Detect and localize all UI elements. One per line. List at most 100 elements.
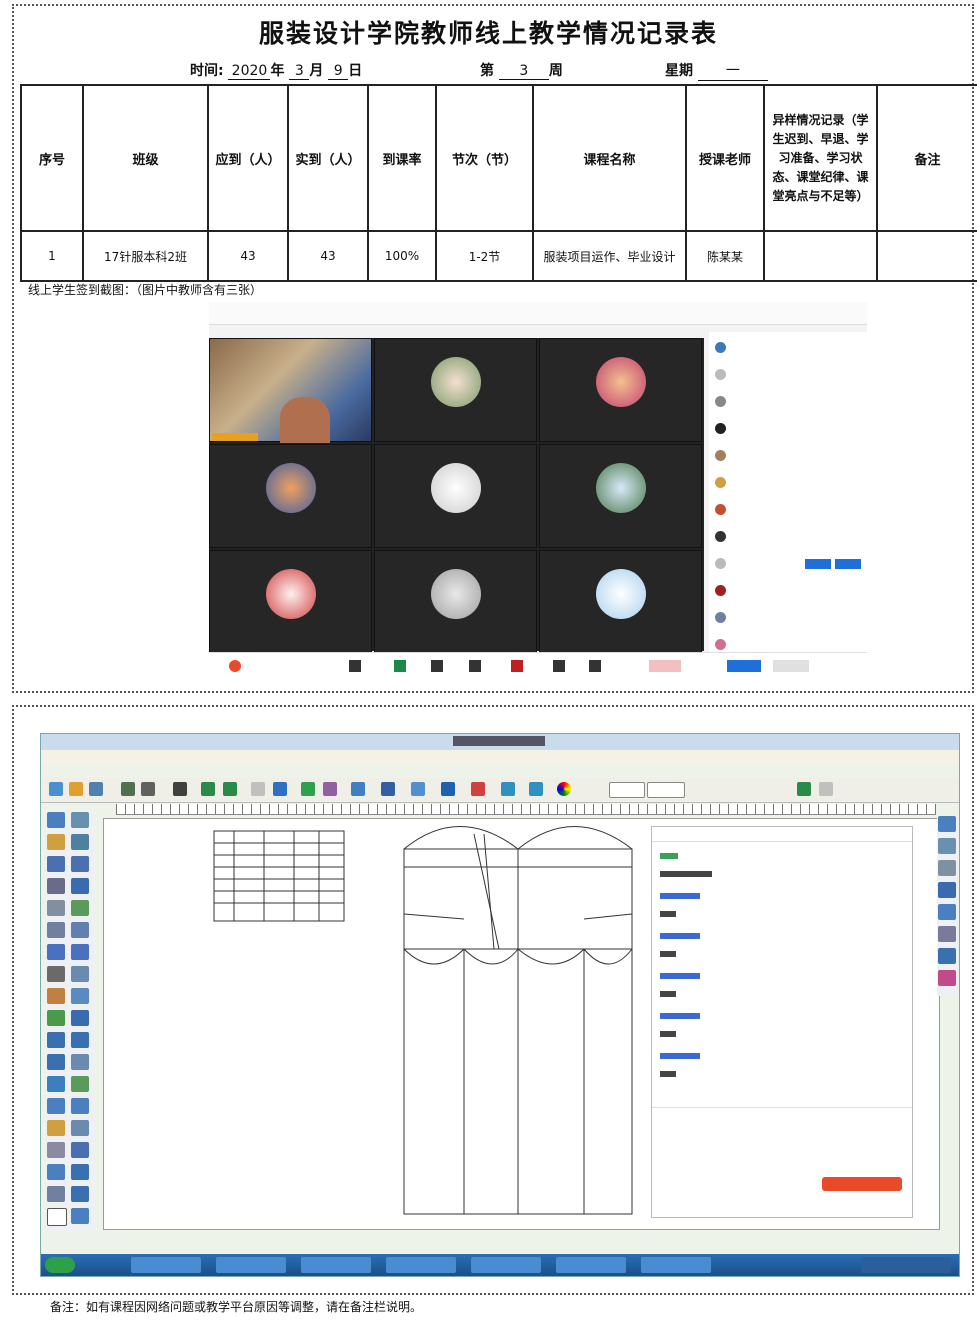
avatar	[431, 357, 481, 407]
line-select[interactable]	[647, 782, 685, 798]
tool-icon[interactable]	[47, 812, 65, 828]
taskbar-item[interactable]	[641, 1257, 711, 1273]
chat-message	[660, 911, 676, 917]
layer-icon[interactable]	[273, 782, 287, 796]
taskbar-item[interactable]	[556, 1257, 626, 1273]
tool-icon[interactable]	[71, 900, 89, 916]
participants-icon[interactable]	[469, 660, 481, 672]
grid-icon[interactable]	[251, 782, 265, 796]
tool-icon[interactable]	[47, 878, 65, 894]
chat-icon[interactable]	[511, 660, 523, 672]
tool-icon[interactable]	[71, 1076, 89, 1092]
tool-icon[interactable]	[71, 1032, 89, 1048]
select-icon[interactable]	[173, 782, 187, 796]
new-file-icon[interactable]	[49, 782, 63, 796]
redo-icon[interactable]	[223, 782, 237, 796]
tool-icon[interactable]	[71, 856, 89, 872]
zoom-icon[interactable]	[351, 782, 365, 796]
tool-icon[interactable]	[47, 922, 65, 938]
tool-icon[interactable]	[47, 1010, 65, 1026]
taskbar-item[interactable]	[131, 1257, 201, 1273]
open-folder-icon[interactable]	[69, 782, 83, 796]
tool-icon[interactable]	[71, 878, 89, 894]
tool-icon[interactable]	[71, 1098, 89, 1114]
tool-icon[interactable]	[47, 1186, 65, 1202]
start-button[interactable]	[45, 1257, 75, 1273]
tool-icon[interactable]	[47, 1054, 65, 1070]
tool-icon[interactable]	[47, 944, 65, 960]
tool-icon[interactable]	[938, 904, 956, 920]
tool-icon[interactable]	[47, 966, 65, 982]
user-icon[interactable]	[431, 660, 443, 672]
tool-icon[interactable]	[47, 856, 65, 872]
tool-icon[interactable]	[938, 926, 956, 942]
leave-button[interactable]	[649, 660, 681, 672]
tool-icon[interactable]	[71, 988, 89, 1004]
tool-icon[interactable]	[71, 1142, 89, 1158]
color-select[interactable]	[609, 782, 645, 798]
tool-icon[interactable]	[938, 860, 956, 876]
tool-icon[interactable]	[71, 944, 89, 960]
tool-icon[interactable]	[71, 1120, 89, 1136]
tool-icon[interactable]	[47, 1032, 65, 1048]
camera-icon[interactable]	[394, 660, 406, 672]
video-tile	[374, 338, 537, 442]
text-tool-icon[interactable]	[47, 1208, 67, 1226]
seam-icon[interactable]	[501, 782, 515, 796]
dart-icon[interactable]	[381, 782, 395, 796]
tool-icon[interactable]	[71, 1054, 89, 1070]
participant-row	[715, 558, 865, 572]
print-icon[interactable]	[141, 782, 155, 796]
tool-icon[interactable]	[71, 834, 89, 850]
pattern-icon[interactable]	[411, 782, 425, 796]
tool-icon[interactable]	[938, 948, 956, 964]
save-icon[interactable]	[89, 782, 103, 796]
invite-button[interactable]	[727, 660, 761, 672]
chat-input[interactable]	[660, 1117, 900, 1177]
system-tray	[861, 1257, 951, 1273]
grade-icon[interactable]	[441, 782, 455, 796]
tool-icon[interactable]	[71, 922, 89, 938]
taskbar-item[interactable]	[301, 1257, 371, 1273]
tool-icon[interactable]	[71, 1164, 89, 1180]
measure-icon[interactable]	[323, 782, 337, 796]
tool-icon[interactable]	[47, 988, 65, 1004]
tool-icon[interactable]	[71, 812, 89, 828]
tool-icon[interactable]	[47, 900, 65, 916]
display-icon[interactable]	[797, 782, 811, 796]
color-icon[interactable]	[301, 782, 315, 796]
help-icon[interactable]	[819, 782, 833, 796]
tool-icon[interactable]	[938, 816, 956, 832]
share-icon[interactable]	[589, 660, 601, 672]
pen-icon[interactable]	[121, 782, 135, 796]
tool-icon[interactable]	[71, 1186, 89, 1202]
notch-icon[interactable]	[529, 782, 543, 796]
document-icon[interactable]	[553, 660, 565, 672]
tool-icon[interactable]	[938, 838, 956, 854]
mute-all-button[interactable]	[773, 660, 809, 672]
tool-icon[interactable]	[47, 1120, 65, 1136]
mic-icon[interactable]	[349, 660, 361, 672]
taskbar-item[interactable]	[216, 1257, 286, 1273]
tool-icon[interactable]	[71, 1208, 89, 1224]
tool-icon[interactable]	[71, 1010, 89, 1026]
table-header-row: 序号 班级 应到（人） 实到（人） 到课率 节次（节） 课程名称 授课老师 异样…	[20, 84, 977, 232]
tool-icon[interactable]	[71, 966, 89, 982]
chat-header	[652, 827, 912, 842]
header-cell: 应到（人）	[207, 84, 289, 232]
tool-icon[interactable]	[938, 970, 956, 986]
undo-icon[interactable]	[201, 782, 215, 796]
taskbar-item[interactable]	[386, 1257, 456, 1273]
taskbar-item[interactable]	[471, 1257, 541, 1273]
color-wheel-icon[interactable]	[557, 782, 571, 796]
tool-icon[interactable]	[47, 1098, 65, 1114]
tool-icon[interactable]	[47, 1076, 65, 1092]
tool-icon[interactable]	[47, 1142, 65, 1158]
tool-icon[interactable]	[47, 834, 65, 850]
tool-icon[interactable]	[47, 1164, 65, 1180]
avatar	[431, 569, 481, 619]
chat-message	[660, 1071, 676, 1077]
cross-icon[interactable]	[471, 782, 485, 796]
tool-icon[interactable]	[938, 882, 956, 898]
video-tile	[539, 338, 702, 442]
